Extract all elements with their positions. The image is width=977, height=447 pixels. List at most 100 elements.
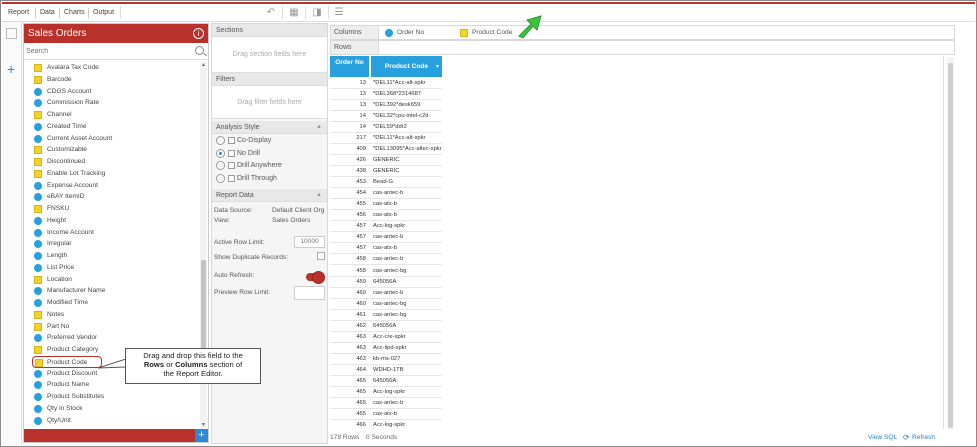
grid-icon[interactable] — [6, 28, 17, 39]
field-item[interactable]: Product Name — [34, 379, 89, 390]
table-row[interactable]: 13 *DEL368*2314687 — [330, 89, 442, 101]
table-row[interactable]: 464 WDHD-1TB — [330, 365, 442, 376]
radio-button[interactable] — [216, 148, 225, 158]
radio-button[interactable] — [216, 173, 225, 183]
table-row[interactable]: 465 cas-antec-b — [330, 398, 442, 409]
sections-drop-zone[interactable]: Drag section fields here — [212, 37, 327, 73]
info-icon[interactable]: i — [193, 28, 204, 39]
table-scroll-thumb[interactable] — [948, 63, 953, 428]
table-row[interactable]: 463 kb-ms-027 — [330, 354, 442, 365]
field-item[interactable]: Qty/Unit — [34, 415, 71, 426]
filters-drop-zone[interactable]: Drag filter fields here — [212, 86, 327, 119]
chevron-down-icon[interactable]: ▼ — [435, 63, 440, 71]
table-row[interactable]: 217 *DEL11*Acc-alt-spkr — [330, 133, 442, 145]
field-item[interactable]: List Price — [34, 262, 74, 273]
table-row[interactable]: 409 *DEL13095*Acc-altec-spkr — [330, 144, 442, 156]
analysis-option[interactable]: No Drill — [216, 148, 260, 159]
radio-button[interactable] — [216, 136, 225, 145]
list-icon[interactable]: ☰ — [333, 7, 345, 18]
add-field-icon[interactable]: + — [195, 429, 208, 442]
field-item[interactable]: Channel — [34, 109, 72, 120]
table-row[interactable]: 457 cas-atx-b — [330, 243, 442, 255]
analysis-option[interactable]: Co-Display — [216, 135, 271, 146]
table-row[interactable]: 456 cas-atx-b — [330, 210, 442, 222]
field-item[interactable]: Modified Time — [34, 297, 88, 308]
chevron-up-icon[interactable]: ▲ — [316, 189, 322, 202]
report-data-header[interactable]: Report Data ▲ — [212, 189, 327, 202]
field-item[interactable]: Product Substitutes — [34, 391, 104, 402]
table-row[interactable]: 13 *DEL11*Acc-alt-spkr — [330, 78, 442, 89]
table-row[interactable]: 466 Acc-log-spkr — [330, 420, 442, 429]
field-item[interactable]: Location — [34, 274, 72, 285]
search-icon[interactable] — [195, 46, 204, 55]
field-item[interactable]: Manufacturer Name — [34, 285, 105, 296]
menu-data[interactable]: Data — [40, 9, 55, 16]
table-row[interactable]: 454 cas-antec-b — [330, 188, 442, 200]
table-row[interactable]: 457 cas-antec-b — [330, 232, 442, 244]
field-list-scroll-thumb[interactable] — [201, 260, 206, 350]
table-row[interactable]: 14 *DEL32*cpu-intel-c2d — [330, 111, 442, 123]
scroll-down-icon[interactable]: ▼ — [201, 422, 206, 428]
field-item[interactable]: Product Discount — [34, 368, 97, 379]
field-item[interactable]: Created Time — [34, 121, 87, 132]
field-item[interactable]: Part No — [34, 321, 69, 332]
columns-lane[interactable]: Columns Order No Product Code — [330, 15, 955, 40]
field-search-input[interactable] — [26, 45, 190, 57]
field-item[interactable]: Enable Lot Tracking — [34, 168, 105, 179]
table-row[interactable]: 463 Acc-lipd-spkr — [330, 343, 442, 354]
table-row[interactable]: 457 Acc-log-spkr — [330, 221, 442, 233]
menu-charts[interactable]: Charts — [64, 9, 85, 16]
duplicate-records-checkbox[interactable] — [317, 252, 325, 260]
field-item[interactable]: Height — [34, 215, 66, 226]
table-row[interactable]: 426 GENERIC — [330, 155, 442, 167]
field-item[interactable]: Irregular — [34, 238, 72, 249]
column-header-order-no[interactable]: Order No — [330, 56, 369, 77]
auto-refresh-toggle[interactable] — [306, 271, 325, 284]
table-row[interactable]: 461 cas-antec-bg — [330, 310, 442, 321]
field-item[interactable]: Qty in Stock — [34, 403, 83, 414]
menu-output[interactable]: Output — [93, 9, 114, 16]
table-row[interactable]: 465 Acc-log-spkr — [330, 387, 442, 398]
field-item[interactable]: Preferred Vendor — [34, 332, 97, 343]
field-item[interactable]: Length — [34, 250, 67, 261]
column-pill-product-code[interactable]: Product Code — [460, 27, 512, 38]
table-row[interactable]: 462 645056A — [330, 321, 442, 332]
table-row[interactable]: 14 *DEL59*ddr2 — [330, 122, 442, 134]
layout-icon[interactable]: ▦ — [288, 7, 300, 18]
analysis-option[interactable]: Drill Through — [216, 173, 277, 184]
field-item[interactable]: Income Account — [34, 227, 94, 238]
menu-report[interactable]: Report — [8, 9, 29, 16]
table-row[interactable]: 455 cas-atx-b — [330, 199, 442, 211]
undo-icon[interactable]: ↶ — [265, 7, 277, 18]
radio-button[interactable] — [216, 161, 225, 170]
table-row[interactable]: 460 cas-antec-b — [330, 288, 442, 299]
field-item[interactable]: Customizable — [34, 144, 87, 155]
field-item[interactable]: Current Asset Account — [34, 133, 112, 144]
column-pill-order-no[interactable]: Order No — [385, 27, 424, 38]
table-row[interactable]: 463 Acc-cre-spkr — [330, 332, 442, 343]
table-row[interactable]: 459 645056A — [330, 277, 442, 288]
analysis-option[interactable]: Drill Anywhere — [216, 160, 282, 171]
field-item[interactable]: Product Code — [32, 355, 102, 368]
chevron-up-icon[interactable]: ▲ — [316, 121, 322, 134]
rows-lane[interactable]: Rows — [330, 40, 955, 55]
table-row[interactable]: 13 *DEL392*desk659 — [330, 100, 442, 112]
field-item[interactable]: Commission Rate — [34, 97, 99, 108]
scroll-up-icon[interactable]: ▲ — [201, 62, 206, 68]
table-row[interactable]: 458 cas-antec-bg — [330, 266, 442, 277]
field-item[interactable]: eBAY ItemID — [34, 191, 85, 202]
field-item[interactable]: Discontinued — [34, 156, 85, 167]
field-item[interactable]: FNSKU — [34, 203, 69, 214]
table-row[interactable]: 460 cas-antec-bg — [330, 299, 442, 310]
refresh-report-link[interactable]: Refresh Report — [903, 431, 955, 446]
table-row[interactable]: 458 cas-antec-b — [330, 254, 442, 266]
field-item[interactable]: Avalara Tax Code — [34, 62, 99, 73]
panel-icon[interactable]: ◨ — [311, 7, 323, 18]
table-row[interactable]: 465 cas-atx-b — [330, 409, 442, 420]
field-item[interactable]: Expense Account — [34, 180, 98, 191]
table-row[interactable]: 453 Bead-G — [330, 177, 442, 189]
field-item[interactable]: CDGS Account — [34, 86, 91, 97]
table-row[interactable]: 438 GENERIC — [330, 166, 442, 178]
row-limit-input[interactable]: 10000 — [294, 236, 325, 248]
preview-limit-input[interactable] — [294, 286, 325, 300]
